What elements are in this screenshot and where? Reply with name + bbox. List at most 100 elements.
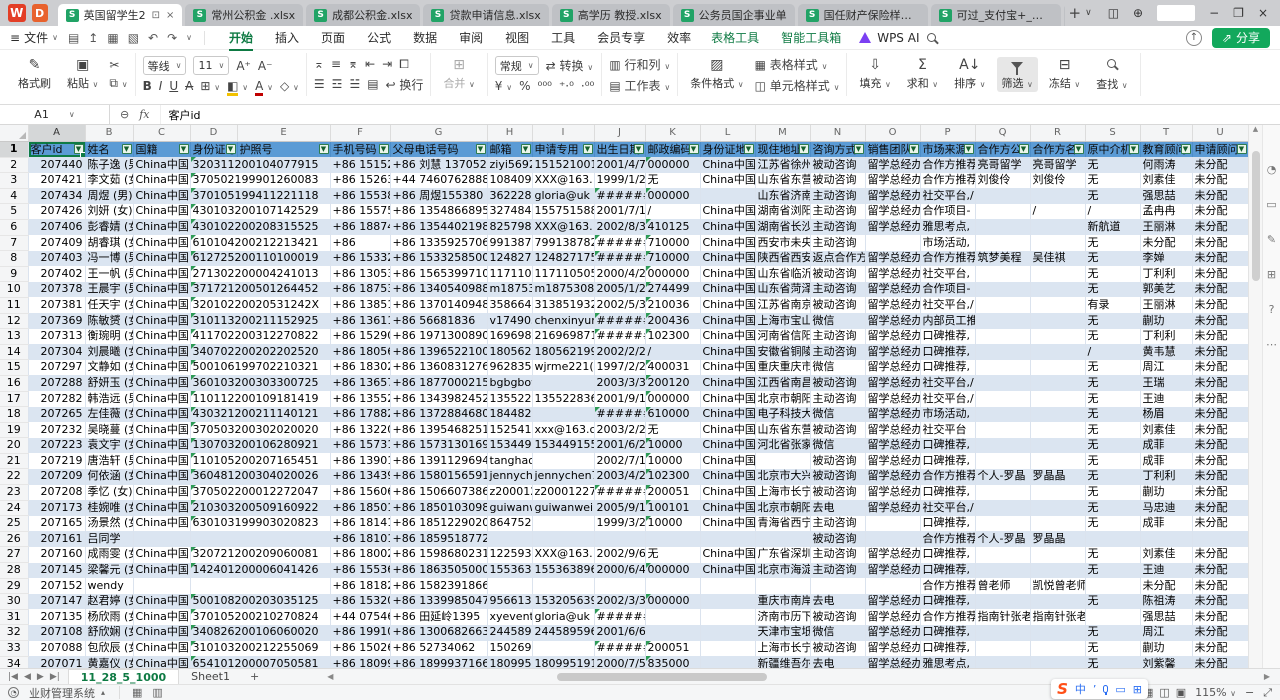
cell[interactable]: ########	[594, 251, 645, 267]
cell[interactable]	[975, 235, 1030, 251]
cell[interactable]: 610000	[645, 407, 700, 423]
cell[interactable]: +86 18099519	[330, 656, 390, 668]
cell[interactable]: 207145	[28, 563, 85, 579]
cell[interactable]: +86 13611860	[330, 313, 390, 329]
cell[interactable]: China中国	[133, 547, 190, 563]
sort-button[interactable]: A↓ 排序 ∨	[949, 57, 990, 92]
cell[interactable]: +86 13053983	[330, 266, 390, 282]
cell[interactable]: 无	[1085, 375, 1140, 391]
cell[interactable]: xxx@163.c	[532, 422, 594, 438]
cell[interactable]	[975, 188, 1030, 204]
column-header-R[interactable]: R	[1030, 125, 1085, 142]
row-number[interactable]: 1	[0, 142, 28, 158]
cell[interactable]: 153205639	[532, 594, 594, 610]
cell[interactable]: 未分配	[1192, 251, 1248, 267]
cell[interactable]: 指南针张老师	[975, 609, 1030, 625]
cell[interactable]: 社交平台,/	[920, 188, 975, 204]
cell[interactable]: +86 19713008901	[390, 329, 487, 345]
cell[interactable]: 340702200202202520	[190, 344, 330, 360]
cell[interactable]: +86 18141137	[330, 516, 390, 532]
cell[interactable]: 河北省张家	[755, 438, 810, 454]
cell[interactable]: 32010220020531242X	[190, 297, 330, 313]
cell[interactable]: 合作方推荐	[920, 251, 975, 267]
cell[interactable]: 207426	[28, 204, 85, 220]
column-header-H[interactable]: H	[487, 125, 532, 142]
column-header-S[interactable]: S	[1085, 125, 1140, 142]
cell[interactable]: 被动咨询	[810, 469, 865, 485]
cell[interactable]: 上海市长宁	[755, 641, 810, 657]
cell[interactable]	[190, 578, 330, 594]
share-button[interactable]: ⇗分享	[1212, 28, 1270, 48]
tool-menu-item[interactable]: 表格工具	[701, 27, 769, 48]
cell[interactable]	[975, 625, 1030, 641]
cell[interactable]: 江苏省徐州	[755, 157, 810, 173]
cell[interactable]: 未分配	[1192, 204, 1248, 220]
cell[interactable]	[700, 531, 755, 547]
cell[interactable]: 周江	[1140, 625, 1192, 641]
menu-item[interactable]: 公式	[357, 27, 401, 48]
column-header-C[interactable]: C	[133, 125, 190, 142]
cell[interactable]: 未分配	[1192, 297, 1248, 313]
cell[interactable]: 未分配	[1140, 578, 1192, 594]
add-sheet-button[interactable]: +	[242, 670, 267, 683]
cell[interactable]: XXX@163.	[532, 173, 594, 189]
cell[interactable]	[1140, 531, 1192, 547]
increase-font-icon[interactable]: A⁺	[236, 59, 251, 73]
cell[interactable]: 河南省信阳	[755, 329, 810, 345]
fullscreen-icon[interactable]: ⤢	[1263, 686, 1272, 700]
cell[interactable]: 340826200106060020	[190, 625, 330, 641]
italic-button[interactable]: I	[159, 79, 163, 93]
cell[interactable]: 去电	[810, 656, 865, 668]
cell[interactable]: 2002/2/20	[594, 344, 645, 360]
row-number[interactable]: 5	[0, 204, 28, 220]
cell[interactable]: /	[1085, 344, 1140, 360]
cell[interactable]: +86 15653997101	[390, 266, 487, 282]
cell[interactable]	[1030, 422, 1085, 438]
cell[interactable]: 207440	[28, 157, 85, 173]
cell[interactable]: China中国	[700, 235, 755, 251]
cell[interactable]	[190, 531, 330, 547]
cell[interactable]: 微信	[810, 438, 865, 454]
cell[interactable]: China中国	[700, 360, 755, 376]
wps-logo[interactable]: W	[8, 4, 26, 22]
wrap-text-button[interactable]: ↩ 换行	[386, 76, 424, 93]
zoom-level[interactable]: 115% ∨	[1195, 686, 1236, 699]
cell[interactable]	[532, 453, 594, 469]
cell[interactable]: 无	[1085, 656, 1140, 668]
cell[interactable]	[700, 188, 755, 204]
cell[interactable]: 主动咨询	[810, 344, 865, 360]
cell[interactable]	[487, 578, 532, 594]
filter-dropdown-icon[interactable]: ▼	[909, 144, 919, 154]
close-button[interactable]: ×	[1258, 6, 1268, 20]
cell[interactable]: 200051	[645, 641, 700, 657]
cell[interactable]: 口碑推荐,	[920, 563, 975, 579]
cell[interactable]: 王迪	[1140, 563, 1192, 579]
cell[interactable]: wendy	[85, 578, 133, 594]
cell[interactable]: 被动咨询	[810, 422, 865, 438]
cell[interactable]: +86 13220522	[330, 422, 390, 438]
align-top-icon[interactable]: ⌅	[314, 57, 324, 71]
cell[interactable]: 654101200007050581	[190, 656, 330, 668]
cell[interactable]	[975, 391, 1030, 407]
filter-dropdown-icon[interactable]: ▼	[1237, 144, 1247, 154]
cell[interactable]: 未分配	[1192, 375, 1248, 391]
cell[interactable]: m1875308	[487, 282, 532, 298]
filter-dropdown-icon[interactable]: ▼	[1019, 144, 1029, 154]
cell[interactable]: 未分配	[1192, 609, 1248, 625]
cell[interactable]: 冯一博 (男	[85, 251, 133, 267]
cell[interactable]: 无	[645, 422, 700, 438]
cell[interactable]: 周煜 (男)	[85, 188, 133, 204]
cell[interactable]: 未分配	[1192, 157, 1248, 173]
cell[interactable]: China中国	[133, 485, 190, 501]
cell[interactable]: 刘素佳	[1140, 422, 1192, 438]
cell[interactable]: +86 18302388	[330, 360, 390, 376]
header-cell[interactable]: 合作方公▼	[975, 142, 1030, 158]
cell[interactable]: 360481200304020026	[190, 469, 330, 485]
cell[interactable]: 无	[1085, 235, 1140, 251]
cell[interactable]	[975, 438, 1030, 454]
cell[interactable]	[975, 500, 1030, 516]
cell[interactable]	[865, 531, 920, 547]
cell[interactable]: 上海市长宁	[755, 485, 810, 501]
cell[interactable]: 370502199901260083	[190, 173, 330, 189]
cell[interactable]: China中国	[133, 563, 190, 579]
